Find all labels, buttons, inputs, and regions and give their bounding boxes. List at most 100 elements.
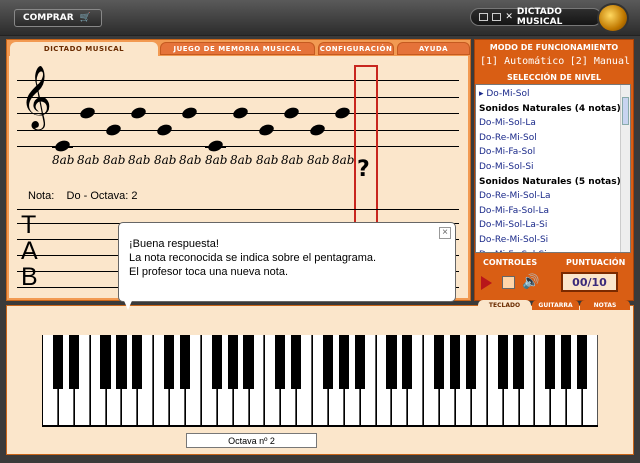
black-key[interactable] xyxy=(561,335,572,389)
note-label: 8ab xyxy=(154,153,177,167)
score-title: PUNTUACIÓN xyxy=(566,258,626,267)
black-key[interactable] xyxy=(243,335,254,389)
tab-guitarra[interactable]: GUITARRA xyxy=(532,300,579,310)
black-key[interactable] xyxy=(465,335,476,389)
black-key[interactable] xyxy=(100,335,111,389)
ledger-line xyxy=(205,146,226,148)
level-scrollbar[interactable] xyxy=(620,85,630,252)
tooltip-line-2: La nota reconocida se indica sobre el pe… xyxy=(129,252,377,264)
minimize-icon[interactable] xyxy=(479,13,489,21)
tab-configuracion[interactable]: CONFIGURACIÓN xyxy=(318,42,394,55)
treble-clef-icon: 𝄞 xyxy=(20,65,52,128)
black-key[interactable] xyxy=(211,335,222,389)
stop-icon[interactable] xyxy=(502,276,515,289)
tab-juego-memoria[interactable]: JUEGO DE MEMORIA MUSICAL xyxy=(160,42,315,55)
black-key[interactable] xyxy=(68,335,79,389)
mode-options: [1] Automático [2] Manual xyxy=(480,56,630,67)
black-key[interactable] xyxy=(402,335,413,389)
level-item[interactable]: Do-Mi-Sol-La-Si xyxy=(479,218,630,233)
staff-line xyxy=(17,80,459,81)
black-key[interactable] xyxy=(434,335,445,389)
controls-title: CONTROLES xyxy=(483,258,538,267)
black-key[interactable] xyxy=(577,335,588,389)
black-key[interactable] xyxy=(275,335,286,389)
black-key[interactable] xyxy=(227,335,238,389)
level-list[interactable]: ▸ Do-Mi-Sol Sonidos Naturales (4 notas): D… xyxy=(475,84,631,253)
staff-line xyxy=(17,130,459,131)
buy-label: COMPRAR xyxy=(23,13,74,23)
level-item[interactable]: Do-Re-Mi-Sol-La xyxy=(479,189,630,204)
black-key[interactable] xyxy=(513,335,524,389)
piano-keyboard[interactable] xyxy=(42,335,598,427)
black-key[interactable] xyxy=(52,335,63,389)
close-icon[interactable]: ✕ xyxy=(505,12,513,22)
note-label: 8ab xyxy=(307,153,330,167)
note-label: 8ab xyxy=(52,153,75,167)
mode-title: MODO DE FUNCIONAMIENTO xyxy=(489,43,619,52)
octave-label: Octava nº 2 xyxy=(186,433,317,448)
tooltip-line-3: El profesor toca una nueva nota. xyxy=(129,266,288,278)
staff-line xyxy=(17,146,459,147)
tab-letter-t: T xyxy=(21,211,37,239)
speaker-icon[interactable]: 🔊 xyxy=(522,274,539,290)
level-item[interactable]: Do-Mi-Sol-La xyxy=(479,116,630,131)
level-item[interactable]: ▸ Do-Mi-Sol xyxy=(479,87,630,102)
tab-dictado-musical[interactable]: DICTADO MUSICAL xyxy=(10,42,158,56)
black-key[interactable] xyxy=(116,335,127,389)
level-item[interactable]: Do-Mi-Fa-Sol-La xyxy=(479,204,630,219)
note-label: 8ab xyxy=(230,153,253,167)
black-key[interactable] xyxy=(386,335,397,389)
black-key[interactable] xyxy=(497,335,508,389)
level-title: SELECCIÓN DE NIVEL xyxy=(506,73,602,82)
level-item[interactable]: Do-Re-Mi-Sol xyxy=(479,131,630,146)
maximize-icon[interactable] xyxy=(492,13,502,21)
tooltip-line-1: ¡Buena respuesta! xyxy=(129,238,219,250)
level-item[interactable]: Do-Mi-Fa-Sol xyxy=(479,145,630,160)
mode-automatic-option[interactable]: [1] Automático xyxy=(480,56,564,67)
staff-line xyxy=(17,97,459,98)
level-item[interactable]: Do-Mi-Fa-Sol-Si xyxy=(479,248,630,252)
black-key[interactable] xyxy=(322,335,334,389)
buy-button[interactable]: COMPRAR 🛒 xyxy=(14,9,102,27)
level-item[interactable]: Do-Re-Mi-Sol-Si xyxy=(479,233,630,248)
level-item[interactable]: Do-Mi-Sol-Si xyxy=(479,160,630,175)
black-key[interactable] xyxy=(132,335,143,389)
tooltip-tail xyxy=(122,296,134,310)
black-key[interactable] xyxy=(338,335,349,389)
level-group-header: Sonidos Naturales (5 notas): xyxy=(479,176,625,187)
black-key[interactable] xyxy=(164,335,175,389)
mode-manual-option[interactable]: [2] Manual xyxy=(570,56,630,67)
tab-ayuda[interactable]: AYUDA xyxy=(397,42,470,55)
note-label: 8ab xyxy=(103,153,126,167)
note-info-value: Do - Octava: 2 xyxy=(66,190,138,202)
note-label: 8ab xyxy=(77,153,100,167)
ledger-line xyxy=(52,146,73,148)
app-brand: ✕ DICTADO MUSICAL xyxy=(470,7,602,27)
gramophone-logo-icon xyxy=(597,3,629,33)
tab-letter-b: B xyxy=(21,263,38,291)
level-group-header: Sonidos Naturales (4 notas): xyxy=(479,103,625,114)
black-key[interactable] xyxy=(449,335,461,389)
app-title: DICTADO MUSICAL xyxy=(516,7,563,27)
score-display: 00/10 xyxy=(561,272,618,292)
note-label: 8ab xyxy=(128,153,151,167)
note-label: 8ab xyxy=(179,153,202,167)
black-key[interactable] xyxy=(545,335,556,389)
black-key[interactable] xyxy=(354,335,365,389)
note-label: 8ab xyxy=(332,153,355,167)
tab-line xyxy=(17,209,459,210)
tooltip-close-button[interactable]: × xyxy=(439,227,451,239)
level-list-items: ▸ Do-Mi-Sol Sonidos Naturales (4 notas): D… xyxy=(476,85,630,252)
note-label: 8ab xyxy=(256,153,279,167)
black-key[interactable] xyxy=(179,335,191,389)
note-info-prefix: Nota: xyxy=(28,190,55,202)
feedback-tooltip: ¡Buena respuesta! La nota reconocida se … xyxy=(118,222,456,302)
play-icon[interactable] xyxy=(481,276,492,290)
black-key[interactable] xyxy=(291,335,302,389)
tab-letter-a: A xyxy=(21,237,38,265)
note-label: 8ab xyxy=(205,153,228,167)
tab-notas[interactable]: NOTAS xyxy=(580,300,630,310)
note-info: Nota: Do - Octava: 2 xyxy=(28,190,137,202)
level-scroll-thumb[interactable] xyxy=(622,97,629,125)
tab-teclado[interactable]: TECLADO xyxy=(478,300,531,310)
